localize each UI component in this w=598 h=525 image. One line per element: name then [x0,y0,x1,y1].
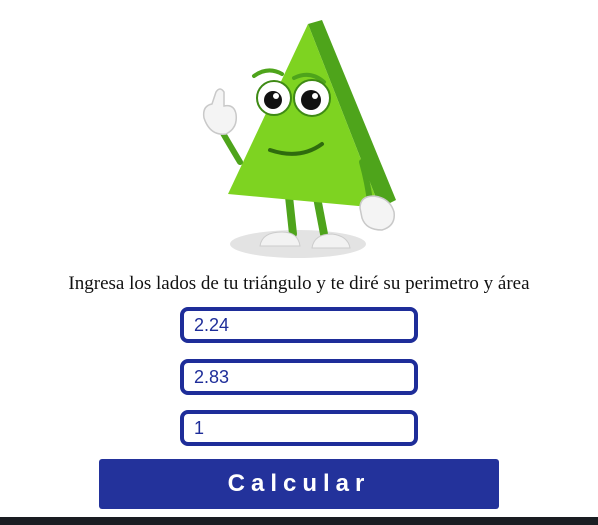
side-a-input[interactable] [180,307,418,343]
side-b-input[interactable] [180,359,418,395]
side-c-input[interactable] [180,410,418,446]
triangle-mascot-icon [202,20,396,258]
calculate-button[interactable]: Calcular [99,459,499,509]
bottom-bar [0,517,598,525]
instruction-text: Ingresa los lados de tu triángulo y te d… [68,273,530,294]
